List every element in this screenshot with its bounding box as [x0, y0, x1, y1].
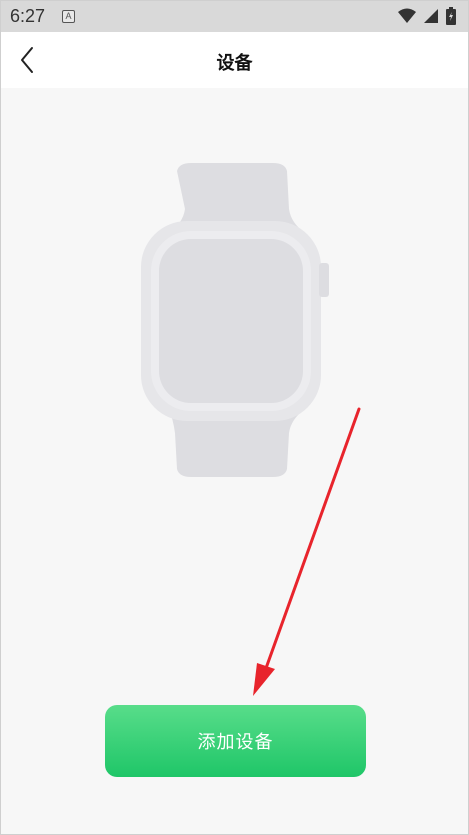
- app-frame: 6:27 A 设备 添加设备: [0, 0, 469, 835]
- status-time: 6:27: [10, 6, 46, 26]
- battery-icon: [446, 7, 456, 25]
- app-header: 设备: [1, 32, 468, 88]
- add-device-button[interactable]: 添加设备: [105, 705, 366, 777]
- status-icons: [398, 7, 456, 25]
- smartwatch-icon: [141, 163, 329, 477]
- status-bar: 6:27 A: [1, 1, 468, 32]
- notification-icon: A: [62, 10, 75, 23]
- page-title: 设备: [216, 53, 253, 74]
- signal-icon: [424, 9, 438, 23]
- wifi-icon: [398, 8, 416, 23]
